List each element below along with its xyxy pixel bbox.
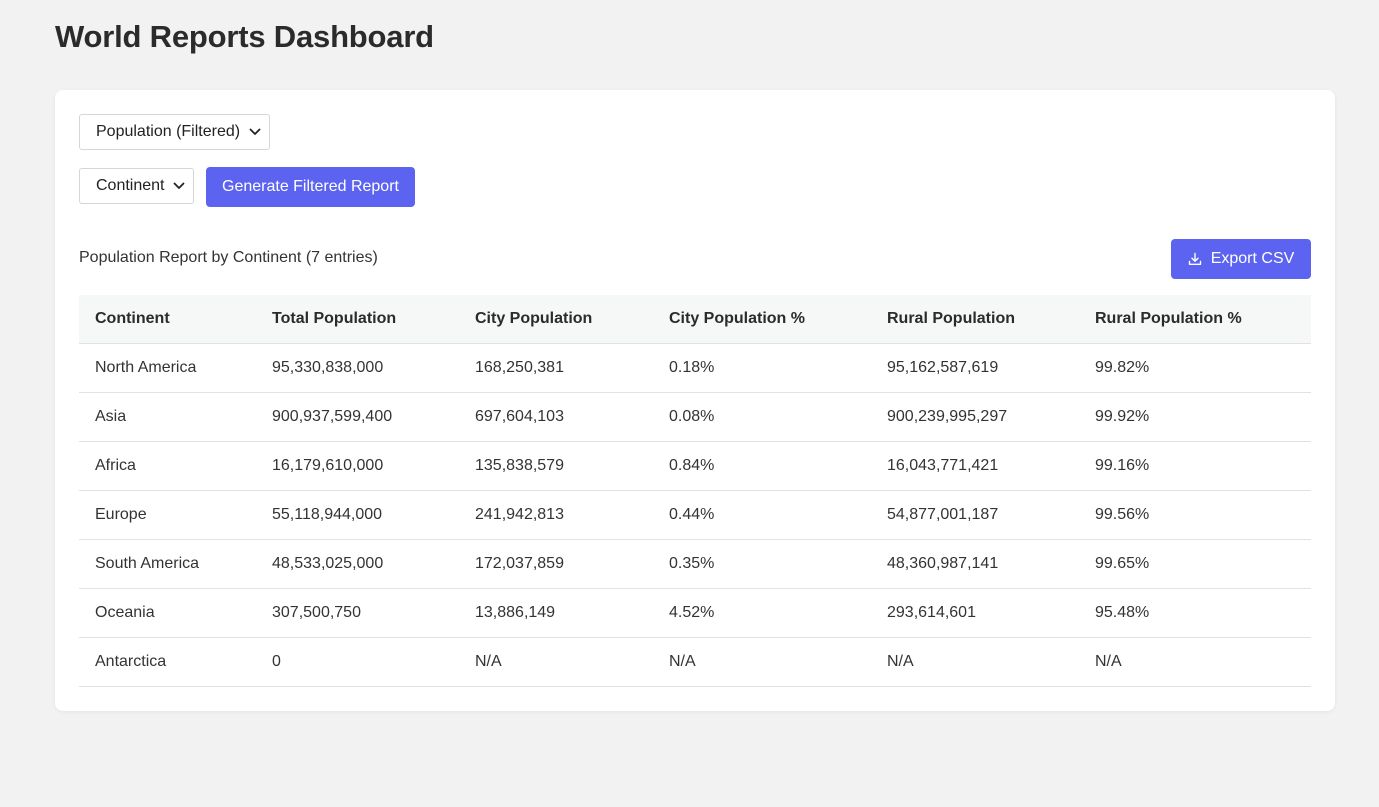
cell-total-population: 16,179,610,000 [256, 441, 459, 491]
cell-city-population: 241,942,813 [459, 490, 653, 540]
report-type-select[interactable]: Population (Filtered) [79, 114, 270, 150]
cell-city-population: 135,838,579 [459, 441, 653, 491]
cell-rural-population: 900,239,995,297 [871, 392, 1079, 442]
cell-rural-population-pct: 99.56% [1079, 490, 1311, 540]
column-header-rural-population: Rural Population [871, 295, 1079, 344]
cell-rural-population: 16,043,771,421 [871, 441, 1079, 491]
cell-rural-population: N/A [871, 637, 1079, 687]
table-row: Oceania 307,500,750 13,886,149 4.52% 293… [79, 588, 1311, 638]
export-button-label: Export CSV [1210, 250, 1295, 267]
table-row: Africa 16,179,610,000 135,838,579 0.84% … [79, 441, 1311, 491]
cell-total-population: 900,937,599,400 [256, 392, 459, 442]
cell-city-population-pct: 0.18% [653, 343, 871, 393]
report-heading: Population Report by Continent (7 entrie… [79, 249, 378, 266]
cell-continent: Oceania [79, 588, 256, 638]
column-header-rural-population-pct: Rural Population % [1079, 295, 1311, 344]
cell-rural-population-pct: 99.65% [1079, 539, 1311, 589]
chevron-down-icon [173, 182, 185, 189]
cell-rural-population-pct: N/A [1079, 637, 1311, 687]
cell-city-population-pct: 0.84% [653, 441, 871, 491]
cell-city-population: 172,037,859 [459, 539, 653, 589]
generate-button-label: Generate Filtered Report [222, 178, 399, 195]
generate-filtered-report-button[interactable]: Generate Filtered Report [206, 167, 415, 207]
cell-rural-population-pct: 99.82% [1079, 343, 1311, 393]
cell-city-population: 697,604,103 [459, 392, 653, 442]
table-row: Asia 900,937,599,400 697,604,103 0.08% 9… [79, 392, 1311, 442]
table-row: North America 95,330,838,000 168,250,381… [79, 343, 1311, 393]
column-header-city-population: City Population [459, 295, 653, 344]
cell-city-population-pct: 4.52% [653, 588, 871, 638]
cell-rural-population-pct: 95.48% [1079, 588, 1311, 638]
table-row: Europe 55,118,944,000 241,942,813 0.44% … [79, 490, 1311, 540]
cell-continent: Europe [79, 490, 256, 540]
report-type-selected-value: Population (Filtered) [96, 123, 241, 140]
cell-rural-population: 48,360,987,141 [871, 539, 1079, 589]
cell-continent: Antarctica [79, 637, 256, 687]
column-header-total-population: Total Population [256, 295, 459, 344]
table-row: South America 48,533,025,000 172,037,859… [79, 539, 1311, 589]
cell-city-population: 168,250,381 [459, 343, 653, 393]
report-table: Continent Total Population City Populati… [79, 295, 1311, 687]
cell-total-population: 48,533,025,000 [256, 539, 459, 589]
report-card: Population (Filtered) Continent Generate… [55, 90, 1335, 711]
column-header-continent: Continent [79, 295, 256, 344]
cell-total-population: 307,500,750 [256, 588, 459, 638]
cell-continent: Africa [79, 441, 256, 491]
table-header-row: Continent Total Population City Populati… [79, 295, 1311, 344]
report-table-container: Continent Total Population City Populati… [79, 295, 1311, 687]
cell-city-population-pct: 0.35% [653, 539, 871, 589]
cell-city-population-pct: 0.44% [653, 490, 871, 540]
cell-rural-population: 54,877,001,187 [871, 490, 1079, 540]
page-title: World Reports Dashboard [55, 19, 434, 54]
cell-city-population: 13,886,149 [459, 588, 653, 638]
cell-total-population: 95,330,838,000 [256, 343, 459, 393]
cell-rural-population-pct: 99.92% [1079, 392, 1311, 442]
cell-city-population: N/A [459, 637, 653, 687]
cell-rural-population-pct: 99.16% [1079, 441, 1311, 491]
group-by-selected-value: Continent [96, 177, 165, 194]
cell-total-population: 0 [256, 637, 459, 687]
cell-rural-population: 95,162,587,619 [871, 343, 1079, 393]
cell-total-population: 55,118,944,000 [256, 490, 459, 540]
download-icon [1188, 252, 1201, 265]
chevron-down-icon [249, 128, 261, 135]
cell-continent: Asia [79, 392, 256, 442]
table-row: Antarctica 0 N/A N/A N/A N/A [79, 637, 1311, 687]
cell-rural-population: 293,614,601 [871, 588, 1079, 638]
cell-city-population-pct: 0.08% [653, 392, 871, 442]
column-header-city-population-pct: City Population % [653, 295, 871, 344]
cell-city-population-pct: N/A [653, 637, 871, 687]
cell-continent: North America [79, 343, 256, 393]
group-by-select[interactable]: Continent [79, 168, 194, 204]
cell-continent: South America [79, 539, 256, 589]
export-csv-button[interactable]: Export CSV [1171, 239, 1311, 279]
